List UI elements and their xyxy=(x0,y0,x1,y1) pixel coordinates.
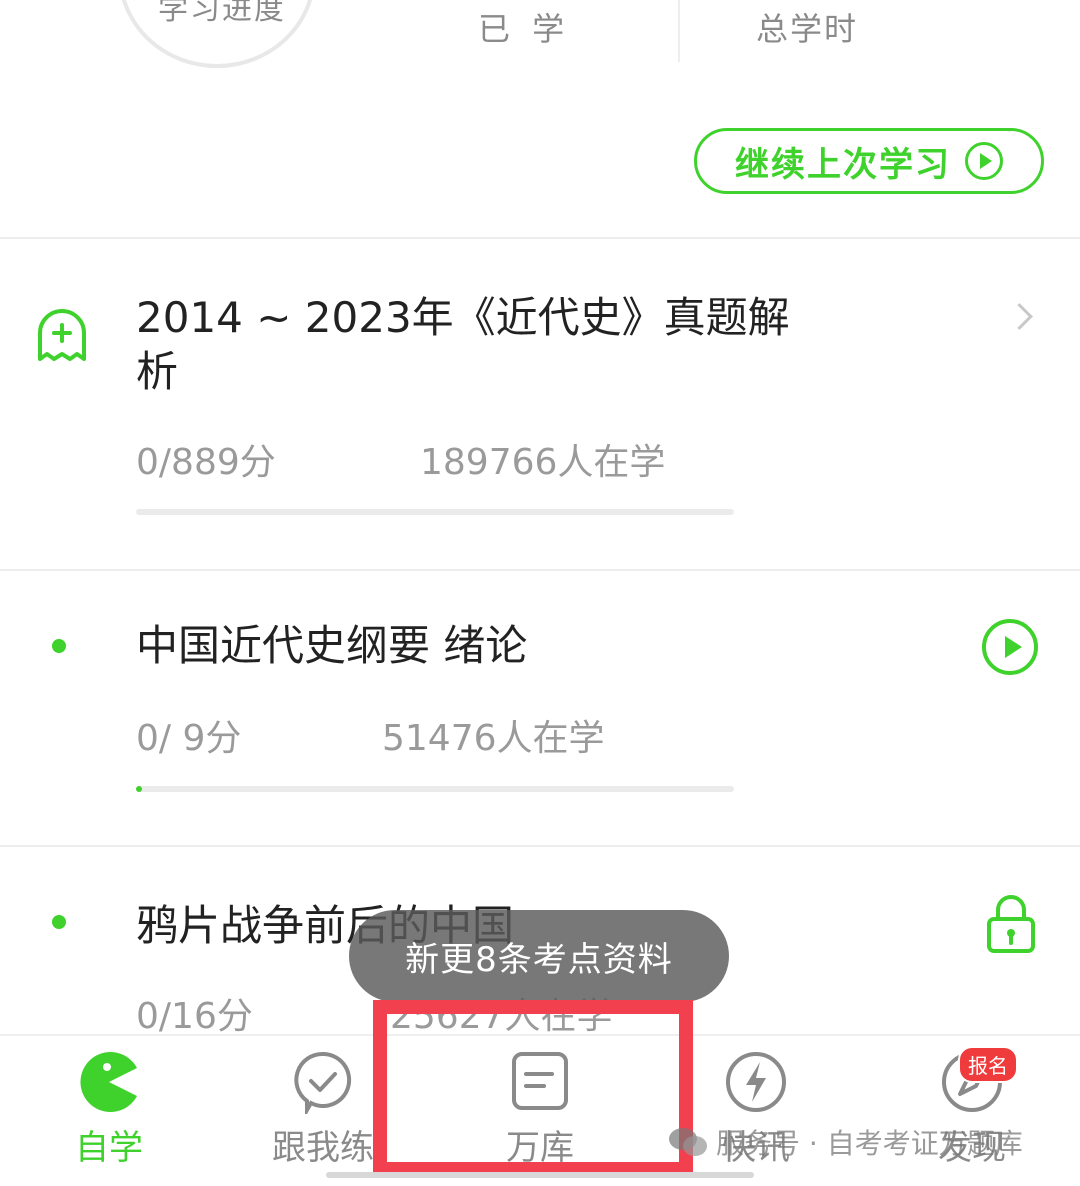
course-progress-track xyxy=(136,786,734,792)
stat-divider xyxy=(678,0,680,62)
course-progress-track xyxy=(136,509,734,515)
course-title: 2014 ~ 2023年《近代史》真题解 析 xyxy=(136,293,790,396)
course-score: 0/ 9分 xyxy=(136,718,242,759)
continue-learning-button[interactable]: 继续上次学习 xyxy=(694,128,1044,194)
course-item-introduction[interactable]: 中国近代史纲要 绪论 0/ 9分 51476人在学 xyxy=(0,571,1080,845)
watermark-text: 服务号 · 自考考证万题库 xyxy=(716,1127,1023,1160)
signup-badge: 报名 xyxy=(958,1046,1018,1083)
wechat-icon xyxy=(669,1128,707,1156)
course-item-exam-analysis[interactable]: 2014 ~ 2023年《近代史》真题解 析 0/889分 189766人在学 xyxy=(0,239,1080,569)
course-title: 中国近代史纲要 绪论 xyxy=(136,621,528,670)
course-score: 0/16分 xyxy=(136,996,253,1037)
pacman-icon xyxy=(80,1052,137,1112)
nav-label: 自学 xyxy=(75,1128,143,1168)
check-badge-icon xyxy=(294,1051,352,1114)
play-icon[interactable] xyxy=(982,619,1038,675)
nav-label: 跟我练 xyxy=(272,1128,374,1168)
chevron-right-icon xyxy=(1006,303,1033,330)
progress-label: 学习进度 xyxy=(158,0,286,27)
update-toast: 新更8条考点资料 xyxy=(349,910,729,1002)
status-dot xyxy=(52,915,66,929)
highlight-box xyxy=(373,1000,693,1176)
play-icon xyxy=(965,142,1003,180)
total-hours-label: 总学时 xyxy=(756,10,859,48)
continue-learning-label: 继续上次学习 xyxy=(735,144,951,185)
course-learners: 189766人在学 xyxy=(420,442,666,483)
lock-icon xyxy=(987,895,1035,953)
course-score: 0/889分 xyxy=(136,442,276,483)
ghost-plus-icon xyxy=(38,309,86,361)
home-indicator xyxy=(326,1172,754,1178)
watermark: 服务号 · 自考考证万题库 xyxy=(668,1122,1023,1162)
course-progress-fill xyxy=(136,786,142,792)
status-dot xyxy=(52,639,66,653)
course-learners: 51476人在学 xyxy=(382,718,605,759)
nav-item-self-study[interactable]: 自学 xyxy=(29,1050,189,1180)
learned-label: 已 学 xyxy=(478,10,571,48)
lightning-icon xyxy=(726,1052,786,1112)
